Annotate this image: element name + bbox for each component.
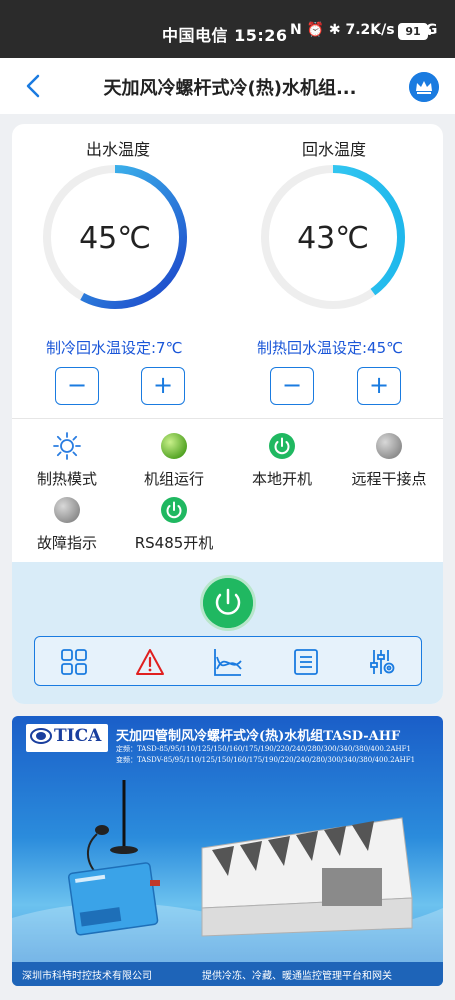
curve-icon[interactable] xyxy=(213,647,243,677)
status-label: 制热模式 xyxy=(36,470,97,488)
power-on-icon xyxy=(161,497,187,523)
control-area xyxy=(12,562,443,704)
company-slogan: 提供冷冻、冷藏、暖通监控管理平台和网关 xyxy=(202,971,392,982)
power-on-icon xyxy=(269,433,295,459)
heating-mode-status: 制热模式 xyxy=(12,432,122,489)
rs485-start-status: RS485开机 xyxy=(119,496,229,553)
banner-title: 天加四管制风冷螺杆式冷(热)水机组TASD-AHF xyxy=(116,729,401,744)
battery-icon: 91 xyxy=(398,23,431,40)
toolbar xyxy=(34,636,422,686)
unit-control-card: 出水温度 45℃ 回水温度 43℃ 制冷回水温设定:7℃ 制热回水温设定:45℃… xyxy=(12,124,443,704)
heating-setpoint[interactable]: 制热回水温设定:45℃ xyxy=(257,337,403,358)
banner-footer: 深圳市科特时控技术有限公司 提供冷冻、冷藏、暖通监控管理平台和网关 xyxy=(12,962,443,986)
grid-icon[interactable] xyxy=(59,647,89,677)
power-button[interactable] xyxy=(203,578,253,628)
alarm-icon[interactable] xyxy=(135,647,165,677)
divider xyxy=(12,418,443,419)
unit-running-status: 机组运行 xyxy=(119,432,229,489)
back-arrow-icon[interactable] xyxy=(20,72,48,100)
return-temp-label: 回水温度 xyxy=(302,140,367,159)
product-banner[interactable]: TICA 天加四管制风冷螺杆式冷(热)水机组TASD-AHF 定频：TASD-8… xyxy=(12,716,443,986)
logo-text: TICA xyxy=(54,726,102,746)
return-temp-value: 43℃ xyxy=(297,221,369,256)
company-name: 深圳市科特时控技术有限公司 xyxy=(22,971,152,982)
outlet-temp-label: 出水温度 xyxy=(86,140,151,159)
status-label: RS485开机 xyxy=(134,534,214,552)
gray-lamp-icon xyxy=(376,433,402,459)
status-label: 本地开机 xyxy=(251,470,312,488)
status-bar: 中国电信 15:26 N ⏰ ✱ 7.2K/s ≋ 5G 91 xyxy=(0,0,455,58)
cooling-setpoint[interactable]: 制冷回水温设定:7℃ xyxy=(46,337,182,358)
cooling-plus-button[interactable]: + xyxy=(141,367,185,405)
sun-icon xyxy=(53,432,81,460)
fault-indicator-status: 故障指示 xyxy=(12,496,122,553)
tica-emblem-icon xyxy=(30,728,52,744)
remote-contact-status: 远程干接点 xyxy=(334,432,443,489)
local-start-status: 本地开机 xyxy=(227,432,337,489)
gray-lamp-icon xyxy=(54,497,80,523)
carrier-time: 中国电信 15:26 xyxy=(162,26,288,45)
tica-logo: TICA xyxy=(26,724,108,752)
list-icon[interactable] xyxy=(291,647,321,677)
page-title: 天加风冷螺杆式冷(热)水机组... xyxy=(103,78,357,99)
status-label: 远程干接点 xyxy=(351,470,427,488)
status-label: 故障指示 xyxy=(36,534,97,552)
outlet-temp-value: 45℃ xyxy=(79,221,151,256)
cooling-minus-button[interactable]: − xyxy=(55,367,99,405)
heating-minus-button[interactable]: − xyxy=(270,367,314,405)
status-label: 机组运行 xyxy=(143,470,204,488)
product-illustration xyxy=(12,780,443,964)
settings-sliders-icon[interactable] xyxy=(367,647,397,677)
title-bar: 天加风冷螺杆式冷(热)水机组... xyxy=(0,58,455,114)
crown-icon[interactable] xyxy=(409,72,439,102)
banner-line-2: 变频：TASDV-85/95/110/125/150/160/175/190/2… xyxy=(116,756,416,764)
green-lamp-icon xyxy=(161,433,187,459)
heating-plus-button[interactable]: + xyxy=(357,367,401,405)
banner-line-1: 定频：TASD-85/95/110/125/150/160/175/190/22… xyxy=(116,745,411,753)
